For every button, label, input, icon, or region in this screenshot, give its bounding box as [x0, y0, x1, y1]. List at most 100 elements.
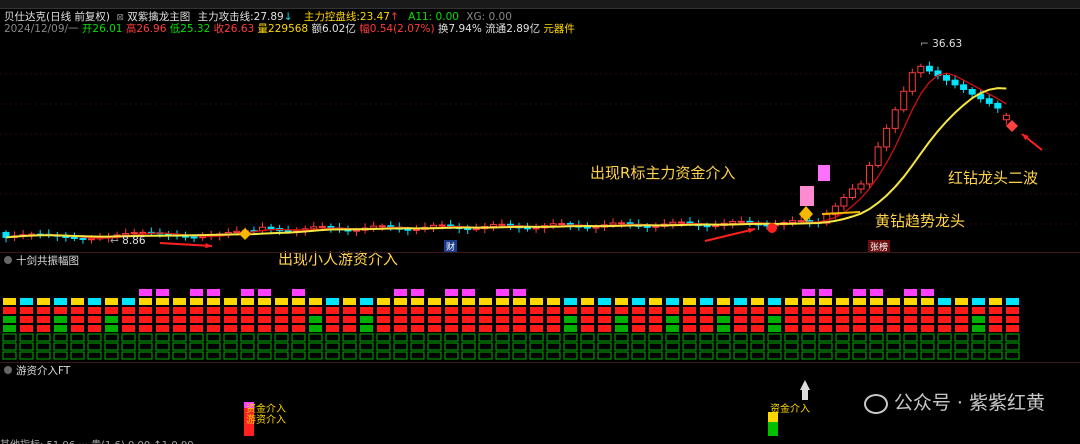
candle-body — [1002, 114, 1010, 121]
resonance-cell — [666, 298, 679, 305]
price-gridlines — [0, 73, 1080, 225]
purple-signal-block — [818, 165, 830, 181]
resonance-cell — [308, 351, 323, 360]
resonance-cell — [54, 316, 67, 323]
resonance-cell — [1005, 333, 1020, 342]
candle-body — [951, 79, 959, 86]
resonance-cell — [920, 342, 935, 351]
resonance-cell — [292, 325, 305, 332]
resonance-cell — [257, 333, 272, 342]
watermark: 公众号 · 紫紫红黄 — [863, 388, 1045, 415]
resonance-cell — [275, 298, 288, 305]
candle-body — [592, 226, 600, 229]
candle-body — [669, 221, 677, 225]
resonance-cell — [479, 316, 492, 323]
candle-body — [891, 109, 899, 129]
panel-divider-1 — [0, 252, 1080, 253]
resonance-cell — [411, 307, 424, 314]
resonance-cell — [581, 307, 594, 314]
resonance-cell — [444, 351, 459, 360]
arrow-retail-head — [205, 242, 212, 249]
candle-body — [88, 238, 95, 241]
candle-body — [233, 230, 241, 234]
resonance-cell — [411, 325, 424, 332]
resonance-cell — [802, 307, 815, 314]
candle-body — [789, 220, 797, 224]
resonance-cell — [410, 342, 425, 351]
resonance-cell — [207, 298, 220, 305]
resonance-cell — [989, 307, 1002, 314]
candle-body — [960, 84, 968, 90]
resonance-cell — [394, 316, 407, 323]
resonance-cell — [20, 298, 33, 305]
resonance-cell — [104, 342, 119, 351]
resonance-cell — [292, 316, 305, 323]
resonance-cell — [886, 333, 901, 342]
resonance-cell — [529, 342, 544, 351]
resonance-cell — [20, 325, 33, 332]
resonance-cell — [904, 289, 917, 296]
resonance-cell — [156, 289, 169, 296]
resonance-cell — [343, 325, 356, 332]
resonance-cell — [614, 351, 629, 360]
resonance-cell — [717, 298, 730, 305]
resonance-cell — [88, 307, 101, 314]
resonance-cell — [904, 307, 917, 314]
resonance-cell — [972, 307, 985, 314]
candle-body — [583, 226, 591, 229]
candle-body — [70, 236, 78, 239]
resonance-cell — [1006, 298, 1019, 305]
resonance-cell — [801, 333, 816, 342]
resonance-cell — [105, 298, 118, 305]
resonance-cell — [666, 316, 679, 323]
resonance-cell — [699, 342, 714, 351]
resonance-cell — [122, 316, 135, 323]
attack-line — [5, 72, 1007, 239]
resonance-cell — [887, 325, 900, 332]
resonance-cell — [750, 333, 765, 342]
resonance-cell — [887, 298, 900, 305]
resonance-cell — [546, 342, 561, 351]
resonance-cell — [257, 342, 272, 351]
resonance-cell — [87, 351, 102, 360]
resonance-cell — [512, 333, 527, 342]
resonance-cell — [768, 325, 781, 332]
panel-toggle-icon[interactable] — [4, 366, 12, 374]
resonance-cell — [818, 351, 833, 360]
resonance-cell — [581, 316, 594, 323]
resonance-cell — [359, 342, 374, 351]
bar-info-line: 2024/12/09/一 开26.01 高26.96 低25.32 收26.63… — [4, 21, 575, 35]
resonance-cell — [155, 333, 170, 342]
resonance-cell — [105, 325, 118, 332]
resonance-cell — [699, 351, 714, 360]
resonance-cell — [478, 342, 493, 351]
candle-body — [925, 65, 933, 72]
retail-marker — [239, 228, 251, 240]
resonance-cell — [598, 316, 611, 323]
resonance-cell — [427, 342, 442, 351]
resonance-cell — [716, 333, 731, 342]
resonance-cell — [801, 342, 816, 351]
control-line — [5, 87, 1007, 239]
resonance-cell — [870, 316, 883, 323]
resonance-cell — [564, 316, 577, 323]
resonance-cell — [223, 333, 238, 342]
resonance-cell — [903, 333, 918, 342]
panel-divider-2 — [0, 362, 1080, 363]
resonance-cell — [682, 351, 697, 360]
resonance-cell — [224, 316, 237, 323]
candle-body — [797, 220, 805, 223]
resonance-cell — [665, 342, 680, 351]
resonance-cell — [207, 316, 220, 323]
resonance-cell — [988, 342, 1003, 351]
resonance-cell — [53, 333, 68, 342]
panel-toggle-icon[interactable] — [4, 256, 12, 264]
resonance-cell — [632, 298, 645, 305]
resonance-cell — [462, 307, 475, 314]
resonance-cell — [3, 307, 16, 314]
candle-body — [900, 90, 908, 111]
resonance-cell — [751, 325, 764, 332]
resonance-cell — [207, 307, 220, 314]
resonance-cell — [496, 325, 509, 332]
resonance-cell — [292, 307, 305, 314]
